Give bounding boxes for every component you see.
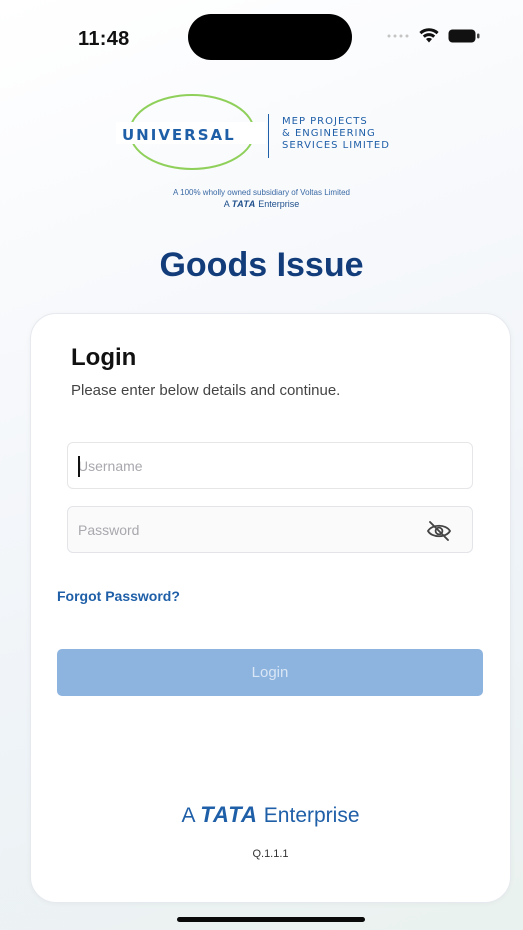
- password-field-container: [67, 506, 473, 553]
- tata-footer-brand: TATA: [200, 802, 258, 827]
- username-input[interactable]: [68, 443, 472, 488]
- cellular-signal-icon: [387, 34, 409, 38]
- status-bar: 11:48: [0, 0, 523, 80]
- app-version: Q.1.1.1: [252, 848, 289, 860]
- login-card: Login Please enter below details and con…: [30, 313, 511, 903]
- subsidiary-text: A 100% wholly owned subsidiary of Voltas…: [173, 188, 350, 197]
- text-caret: [78, 456, 80, 477]
- logo-name: UNIVERSAL: [122, 126, 236, 144]
- page-title: Goods Issue: [159, 246, 364, 284]
- logo-divider: [268, 114, 269, 158]
- username-field-container: [67, 442, 473, 489]
- home-indicator[interactable]: [177, 917, 365, 922]
- wifi-icon: [419, 28, 439, 43]
- tata-prefix: A: [223, 199, 230, 209]
- login-screen: 11:48 UNIVERSAL MEP PROJECTS & ENGINEERI…: [0, 0, 523, 930]
- status-time: 11:48: [78, 28, 130, 50]
- battery-icon: [448, 29, 480, 43]
- tata-footer-prefix: A: [181, 804, 195, 827]
- login-heading: Login: [71, 344, 137, 371]
- dynamic-island: [188, 14, 352, 60]
- tata-footer-suffix: Enterprise: [263, 804, 360, 827]
- tata-enterprise-footer: A TATA Enterprise: [31, 802, 510, 828]
- forgot-password-link[interactable]: Forgot Password?: [57, 588, 180, 604]
- logo-subtitle: MEP PROJECTS & ENGINEERING SERVICES LIMI…: [282, 116, 390, 151]
- login-button[interactable]: Login: [57, 649, 483, 696]
- tata-suffix: Enterprise: [258, 199, 300, 209]
- tata-enterprise-tagline: A TATA Enterprise: [0, 199, 523, 209]
- company-logo: UNIVERSAL MEP PROJECTS & ENGINEERING SER…: [110, 92, 430, 192]
- eye-slash-icon[interactable]: [426, 519, 452, 543]
- tata-brand: TATA: [231, 199, 256, 209]
- password-input[interactable]: [68, 507, 472, 552]
- login-subheading: Please enter below details and continue.: [71, 382, 341, 399]
